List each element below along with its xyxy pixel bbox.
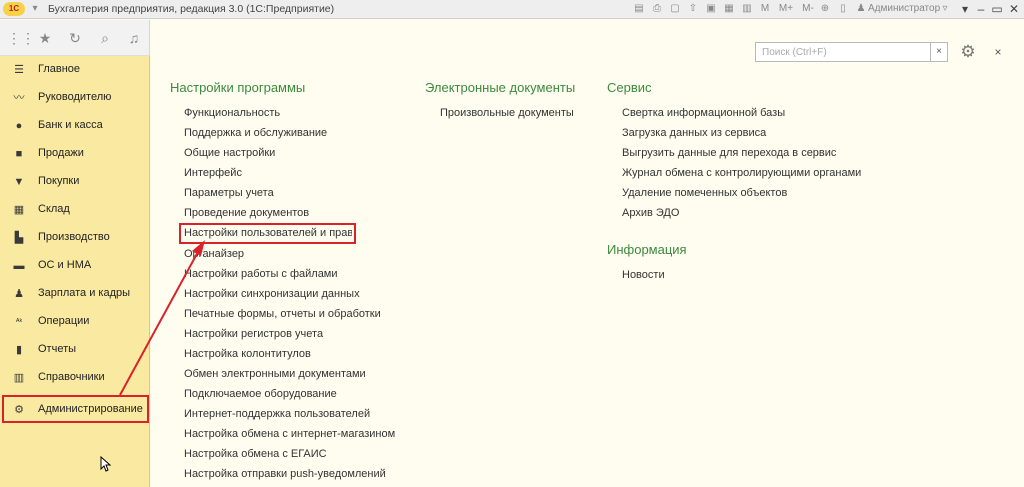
mouse-cursor-icon xyxy=(100,456,112,472)
arrow-line xyxy=(119,249,200,396)
annotation-arrow xyxy=(119,240,205,396)
arrow-head xyxy=(192,240,205,256)
